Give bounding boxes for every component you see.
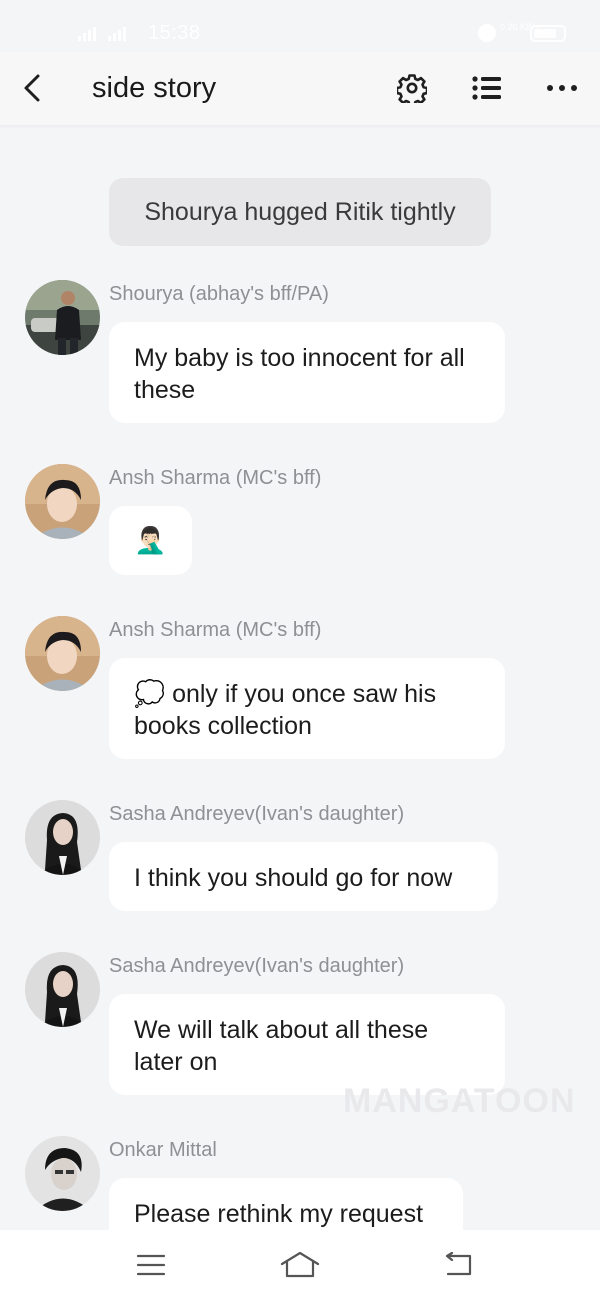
chat-message-list[interactable]: Shourya hugged Ritik tightly Shourya (ab… (0, 127, 600, 1230)
more-options-button[interactable] (542, 68, 582, 108)
message-item: Shourya (abhay's bff/PA) My baby is too … (0, 280, 600, 430)
avatar-ansh[interactable] (25, 616, 100, 691)
sender-name: Ansh Sharma (MC's bff) (109, 467, 322, 489)
message-item: Ansh Sharma (MC's bff) 💭 only if you onc… (0, 616, 600, 766)
chapter-list-button[interactable] (467, 68, 507, 108)
avatar-onkar[interactable] (25, 1136, 100, 1211)
avatar-image (25, 616, 100, 691)
nav-menu-button[interactable] (131, 1248, 171, 1282)
message-item: Ansh Sharma (MC's bff) 🤦🏻‍♂️ (0, 464, 600, 584)
more-horizontal-icon (547, 85, 577, 91)
signal-icon (78, 27, 126, 41)
back-button[interactable] (12, 66, 52, 110)
sender-name: Sasha Andreyev(Ivan's daughter) (109, 803, 405, 825)
message-item: Onkar Mittal Please rethink my request (0, 1136, 600, 1230)
message-bubble[interactable]: 🤦🏻‍♂️ (109, 506, 192, 575)
home-icon (280, 1251, 320, 1278)
page-title: side story (92, 72, 217, 104)
avatar-image (25, 280, 100, 355)
settings-button[interactable] (392, 68, 432, 108)
avatar-image (25, 464, 100, 539)
alarm-icon (478, 24, 496, 42)
avatar-image (25, 800, 100, 875)
avatar-sasha[interactable] (25, 800, 100, 875)
list-icon (472, 76, 501, 100)
message-item: Sasha Andreyev(Ivan's daughter) We will … (0, 952, 600, 1102)
narration-bubble: Shourya hugged Ritik tightly (109, 178, 491, 246)
avatar-ansh[interactable] (25, 464, 100, 539)
avatar-sasha[interactable] (25, 952, 100, 1027)
chevron-left-icon (24, 74, 40, 102)
battery-level (534, 29, 556, 38)
gear-icon (397, 74, 427, 103)
chat-header: side story (0, 52, 600, 126)
chat-screen: 15:38 0.20 KB/s side story Shourya hugge… (0, 0, 600, 1300)
message-bubble[interactable]: Please rethink my request (109, 1178, 463, 1230)
sender-name: Sasha Andreyev(Ivan's daughter) (109, 955, 405, 977)
sender-name: Shourya (abhay's bff/PA) (109, 283, 329, 305)
message-item: Sasha Andreyev(Ivan's daughter) I think … (0, 800, 600, 920)
status-time: 15:38 (148, 22, 201, 44)
facepalm-emoji: 🤦🏻‍♂️ (134, 525, 167, 556)
back-icon (445, 1252, 472, 1276)
message-bubble[interactable]: My baby is too innocent for all these (109, 322, 505, 423)
avatar-shourya[interactable] (25, 280, 100, 355)
avatar-image (25, 952, 100, 1027)
nav-back-button[interactable] (438, 1248, 478, 1282)
message-bubble[interactable]: 💭 only if you once saw his books collect… (109, 658, 505, 759)
system-nav-bar (0, 1230, 600, 1300)
nav-home-button[interactable] (280, 1248, 320, 1282)
sender-name: Onkar Mittal (109, 1139, 217, 1161)
watermark: MANGATOON (343, 1082, 576, 1120)
message-bubble[interactable]: We will talk about all these later on (109, 994, 505, 1095)
message-bubble[interactable]: I think you should go for now (109, 842, 498, 911)
avatar-image (25, 1136, 100, 1211)
sender-name: Ansh Sharma (MC's bff) (109, 619, 322, 641)
menu-icon (136, 1254, 166, 1276)
